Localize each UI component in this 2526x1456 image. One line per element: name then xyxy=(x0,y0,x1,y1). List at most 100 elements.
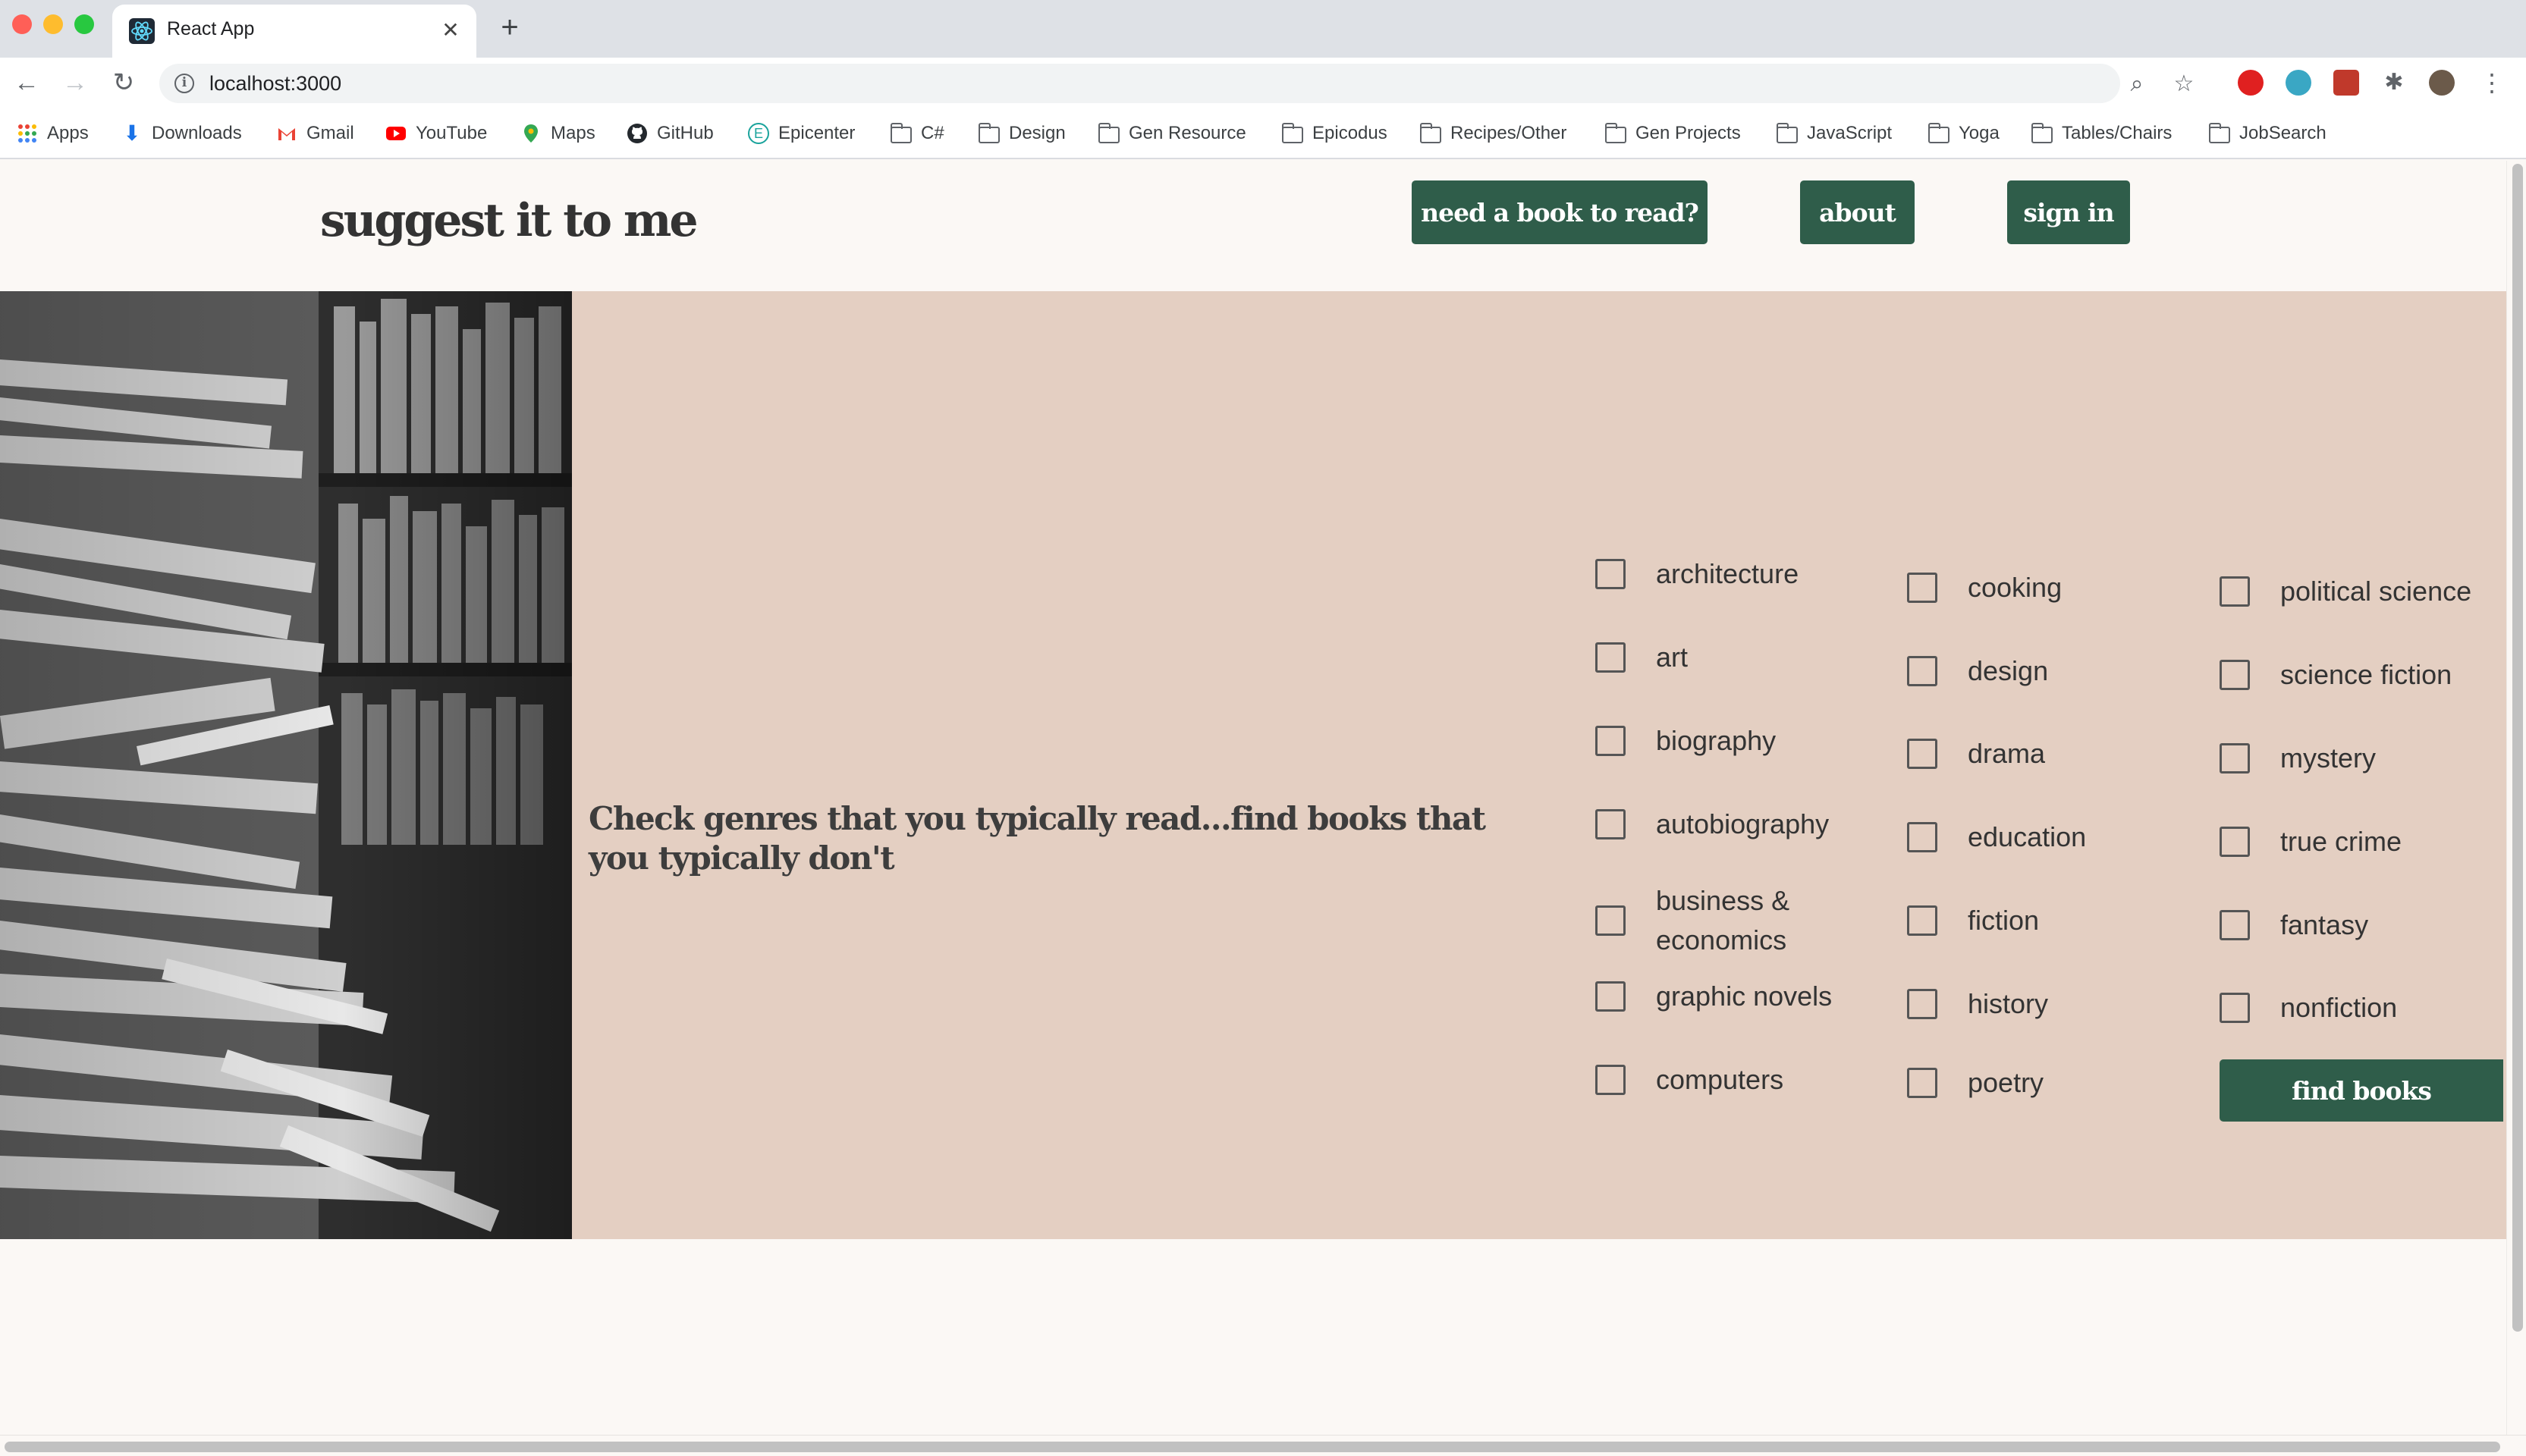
genre-label: computers xyxy=(1656,1064,1784,1095)
bookmark-folder-yoga[interactable]: Yoga xyxy=(1927,118,2000,149)
genre-design[interactable]: design xyxy=(1907,651,2048,691)
zoom-icon[interactable]: ⌕ xyxy=(2124,71,2150,97)
browser-menu-icon[interactable]: ⋮ xyxy=(2479,70,2505,96)
checkbox[interactable] xyxy=(2220,660,2250,690)
bookmark-downloads[interactable]: ⬇ Downloads xyxy=(121,118,241,149)
site-info-icon[interactable]: i xyxy=(174,74,194,93)
window-zoom-control[interactable] xyxy=(74,14,94,34)
checkbox[interactable] xyxy=(1595,905,1626,936)
genre-label: drama xyxy=(1968,738,2046,769)
window-minimize-control[interactable] xyxy=(43,14,63,34)
bookmark-folder-javascript[interactable]: JavaScript xyxy=(1776,118,1892,149)
checkbox[interactable] xyxy=(1595,981,1626,1012)
checkbox[interactable] xyxy=(1595,1065,1626,1095)
bookmark-gmail[interactable]: Gmail xyxy=(276,118,354,149)
genre-autobiography[interactable]: autobiography xyxy=(1595,805,1829,844)
extensions-puzzle-icon[interactable]: ✱ xyxy=(2381,70,2407,96)
address-bar[interactable]: i localhost:3000 ⌕ ☆ xyxy=(159,64,2194,103)
url-text[interactable]: localhost:3000 xyxy=(209,72,341,96)
bookmark-folder-design[interactable]: Design xyxy=(978,118,1066,149)
genre-drama[interactable]: drama xyxy=(1907,734,2045,774)
genre-business-economics[interactable]: business & economics xyxy=(1595,881,1846,960)
bookmark-github[interactable]: GitHub xyxy=(627,118,714,149)
bookmark-maps[interactable]: Maps xyxy=(520,118,595,149)
bookmark-apps[interactable]: Apps xyxy=(17,118,89,149)
find-books-button[interactable]: find books xyxy=(2220,1059,2503,1122)
new-tab-button[interactable]: + xyxy=(493,12,526,46)
checkbox[interactable] xyxy=(1907,573,1937,603)
checkbox[interactable] xyxy=(1907,656,1937,686)
genre-biography[interactable]: biography xyxy=(1595,721,1776,761)
bookmark-folder-recipes[interactable]: Recipes/Other xyxy=(1419,118,1566,149)
tagline: Check genres that you typically read...f… xyxy=(589,800,1486,877)
bookmark-folder-gen-resource[interactable]: Gen Resource xyxy=(1098,118,1246,149)
back-arrow-icon[interactable]: ← xyxy=(9,65,44,100)
genre-true-crime[interactable]: true crime xyxy=(2220,822,2402,861)
genre-science-fiction[interactable]: science fiction xyxy=(2220,655,2452,695)
bookmark-label: C# xyxy=(921,123,944,143)
reload-icon[interactable]: ↻ xyxy=(106,65,141,100)
window-close-control[interactable] xyxy=(12,14,32,34)
extension-adblock-icon[interactable] xyxy=(2238,70,2264,96)
browser-tab-active[interactable]: React App ✕ xyxy=(112,5,476,58)
checkbox[interactable] xyxy=(2220,993,2250,1023)
folder-icon xyxy=(2208,123,2230,143)
genre-label: science fiction xyxy=(2280,659,2452,690)
checkbox[interactable] xyxy=(1595,809,1626,839)
about-button[interactable]: about xyxy=(1800,180,1915,244)
genre-cooking[interactable]: cooking xyxy=(1907,568,2062,607)
site-title[interactable]: suggest it to me xyxy=(320,194,699,247)
genre-history[interactable]: history xyxy=(1907,984,2048,1024)
genre-computers[interactable]: computers xyxy=(1595,1060,1783,1100)
genre-label: autobiography xyxy=(1656,808,1830,839)
genre-fantasy[interactable]: fantasy xyxy=(2220,905,2368,945)
checkbox[interactable] xyxy=(2220,576,2250,607)
bookmark-folder-gen-projects[interactable]: Gen Projects xyxy=(1604,118,1741,149)
checkbox[interactable] xyxy=(1907,905,1937,936)
checkbox[interactable] xyxy=(1595,559,1626,589)
bookmark-label: Gen Projects xyxy=(1635,123,1741,143)
forward-arrow-icon[interactable]: → xyxy=(58,65,93,100)
genre-nonfiction[interactable]: nonfiction xyxy=(2220,988,2397,1028)
genre-political-science[interactable]: political science xyxy=(2220,572,2471,611)
horizontal-scrollbar-thumb[interactable] xyxy=(5,1442,2500,1452)
bookmark-label: Yoga xyxy=(1959,123,2000,143)
genre-label: fantasy xyxy=(2280,909,2369,940)
vertical-scrollbar[interactable] xyxy=(2506,161,2526,1435)
checkbox[interactable] xyxy=(1595,642,1626,673)
checkbox[interactable] xyxy=(1907,989,1937,1019)
checkbox[interactable] xyxy=(1907,739,1937,769)
genre-art[interactable]: art xyxy=(1595,638,1688,677)
bookmark-folder-csharp[interactable]: C# xyxy=(890,118,944,149)
genre-graphic-novels[interactable]: graphic novels xyxy=(1595,977,1832,1016)
extension-m-icon[interactable] xyxy=(2286,70,2311,96)
checkbox[interactable] xyxy=(1907,1068,1937,1098)
checkbox[interactable] xyxy=(2220,910,2250,940)
horizontal-scrollbar[interactable] xyxy=(0,1435,2526,1456)
checkbox[interactable] xyxy=(2220,827,2250,857)
genre-education[interactable]: education xyxy=(1907,817,2086,857)
bookmark-folder-tables-chairs[interactable]: Tables/Chairs xyxy=(2031,118,2172,149)
bookmark-folder-epicodus[interactable]: Epicodus xyxy=(1281,118,1387,149)
close-tab-icon[interactable]: ✕ xyxy=(435,15,466,46)
folder-icon xyxy=(978,123,1000,143)
bookmark-folder-jobsearch[interactable]: JobSearch xyxy=(2208,118,2326,149)
genre-poetry[interactable]: poetry xyxy=(1907,1063,2044,1103)
profile-avatar[interactable] xyxy=(2429,70,2455,96)
genre-label: biography xyxy=(1656,725,1777,756)
checkbox[interactable] xyxy=(2220,743,2250,774)
sign-in-button[interactable]: sign in xyxy=(2007,180,2130,244)
extension-red-icon[interactable] xyxy=(2333,70,2359,96)
genre-fiction[interactable]: fiction xyxy=(1907,901,2039,940)
vertical-scrollbar-thumb[interactable] xyxy=(2512,164,2523,1332)
bookmark-star-icon[interactable]: ☆ xyxy=(2171,71,2197,97)
checkbox[interactable] xyxy=(1595,726,1626,756)
genre-architecture[interactable]: architecture xyxy=(1595,554,1799,594)
checkbox[interactable] xyxy=(1907,822,1937,852)
folder-icon xyxy=(890,123,912,143)
bookmark-youtube[interactable]: YouTube xyxy=(385,118,487,149)
genre-mystery[interactable]: mystery xyxy=(2220,739,2376,778)
genre-selection-section: Check genres that you typically read...f… xyxy=(0,291,2506,1239)
need-a-book-button[interactable]: need a book to read? xyxy=(1412,180,1708,244)
bookmark-epicenter[interactable]: E Epicenter xyxy=(748,118,855,149)
